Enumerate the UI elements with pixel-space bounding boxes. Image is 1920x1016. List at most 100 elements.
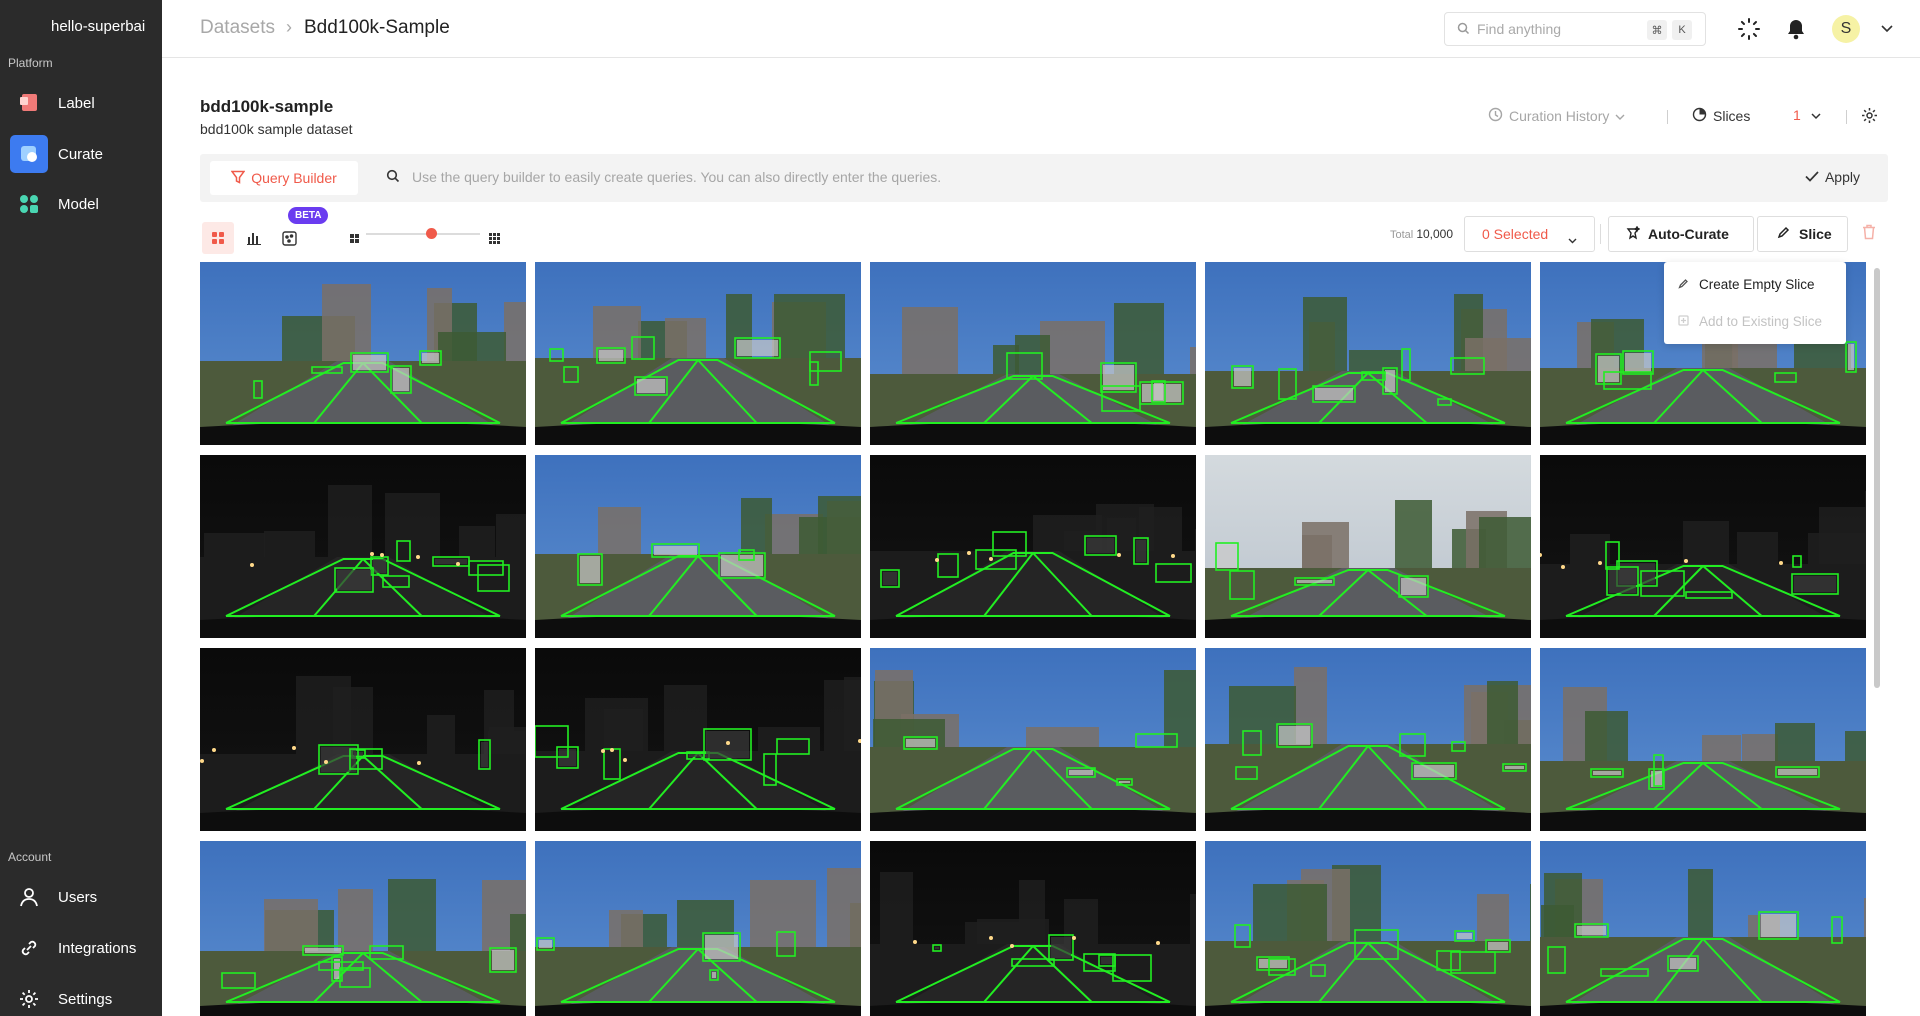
search-icon bbox=[386, 169, 400, 188]
scene-image bbox=[870, 841, 1196, 1016]
platform-section-label: Platform bbox=[8, 56, 53, 70]
history-icon bbox=[1488, 107, 1503, 125]
search-placeholder: Find anything bbox=[1477, 21, 1562, 37]
curation-history-label: Curation History bbox=[1509, 108, 1610, 124]
image-thumbnail[interactable] bbox=[1205, 841, 1531, 1016]
query-input[interactable]: Use the query builder to easily create q… bbox=[412, 169, 941, 185]
nav-item-users[interactable]: Users bbox=[0, 875, 162, 919]
image-thumbnail[interactable] bbox=[535, 841, 861, 1016]
image-thumbnail[interactable] bbox=[200, 455, 526, 638]
selected-count: 0 Selected bbox=[1482, 226, 1549, 242]
chevron-down-icon bbox=[1568, 231, 1577, 247]
create-empty-slice-item[interactable]: Create Empty Slice bbox=[1664, 266, 1846, 302]
slices-count-dropdown[interactable]: 1 bbox=[1793, 107, 1821, 123]
bell-icon[interactable] bbox=[1783, 16, 1809, 42]
image-thumbnail[interactable] bbox=[535, 455, 861, 638]
account-section-label: Account bbox=[8, 850, 52, 864]
page-title: Bdd100k-Sample bbox=[304, 17, 450, 38]
image-thumbnail[interactable] bbox=[1540, 841, 1866, 1016]
query-builder-label: Query Builder bbox=[251, 170, 337, 186]
scene-image bbox=[1540, 455, 1866, 638]
nav-item-curate[interactable]: Curate bbox=[0, 132, 162, 176]
breadcrumb-parent[interactable]: Datasets bbox=[200, 17, 275, 39]
nav-item-settings[interactable]: Settings bbox=[0, 977, 162, 1016]
slice-button[interactable]: Slice bbox=[1757, 216, 1848, 252]
label-icon bbox=[10, 84, 48, 122]
image-gallery bbox=[200, 262, 1870, 1016]
image-thumbnail[interactable] bbox=[200, 262, 526, 445]
zoom-slider-handle[interactable] bbox=[426, 228, 437, 239]
image-thumbnail[interactable] bbox=[200, 648, 526, 831]
image-thumbnail[interactable] bbox=[1205, 648, 1531, 831]
nav-item-integrations[interactable]: Integrations bbox=[0, 926, 162, 970]
auto-curate-label: Auto-Curate bbox=[1648, 226, 1729, 242]
loading-spinner-icon[interactable] bbox=[1736, 16, 1762, 42]
small-grid-icon[interactable] bbox=[338, 222, 370, 254]
trash-icon[interactable] bbox=[1862, 224, 1876, 245]
image-thumbnail[interactable] bbox=[1205, 455, 1531, 638]
scene-image bbox=[1205, 648, 1531, 831]
query-builder-button[interactable]: Query Builder bbox=[210, 161, 358, 195]
curate-icon bbox=[10, 135, 48, 173]
slices-button[interactable]: Slices bbox=[1692, 107, 1750, 125]
slices-count: 1 bbox=[1793, 107, 1801, 123]
image-thumbnail[interactable] bbox=[870, 262, 1196, 445]
plus-square-icon bbox=[1678, 314, 1689, 329]
check-icon bbox=[1805, 169, 1819, 185]
dataset-settings-gear-icon[interactable] bbox=[1861, 107, 1878, 124]
image-thumbnail[interactable] bbox=[870, 455, 1196, 638]
image-thumbnail[interactable] bbox=[1205, 262, 1531, 445]
scene-image bbox=[535, 648, 861, 831]
nav-label: Settings bbox=[58, 990, 113, 1008]
image-thumbnail[interactable] bbox=[870, 841, 1196, 1016]
image-thumbnail[interactable] bbox=[200, 841, 526, 1016]
scene-image bbox=[535, 841, 861, 1016]
large-grid-icon[interactable] bbox=[478, 222, 510, 254]
add-to-existing-slice-item: Add to Existing Slice bbox=[1664, 303, 1846, 339]
nav-label: Users bbox=[58, 888, 98, 906]
org-name[interactable]: hello-superbai bbox=[51, 18, 145, 35]
filter-icon bbox=[230, 170, 246, 187]
auto-curate-button[interactable]: Auto-Curate bbox=[1608, 216, 1754, 252]
avatar[interactable]: S bbox=[1832, 15, 1860, 43]
pencil-icon bbox=[1777, 226, 1790, 242]
chevron-down-icon bbox=[1811, 107, 1821, 123]
scene-image bbox=[535, 262, 861, 445]
nav-item-model[interactable]: Model bbox=[0, 182, 162, 226]
slices-label: Slices bbox=[1713, 108, 1751, 124]
curation-history-button[interactable]: Curation History bbox=[1488, 107, 1625, 125]
analytics-view-icon[interactable] bbox=[238, 222, 270, 254]
scene-image bbox=[200, 648, 526, 831]
grid-view-icon[interactable] bbox=[202, 222, 234, 254]
image-thumbnail[interactable] bbox=[535, 648, 861, 831]
embedding-view-icon[interactable] bbox=[273, 222, 305, 254]
divider bbox=[1600, 224, 1601, 244]
nav-label: Integrations bbox=[58, 939, 137, 957]
slices-icon bbox=[1692, 107, 1707, 125]
image-thumbnail[interactable] bbox=[1540, 455, 1866, 638]
nav-item-label[interactable]: Label bbox=[0, 81, 162, 125]
query-bar: Query Builder Use the query builder to e… bbox=[200, 154, 1888, 202]
global-search[interactable]: Find anything ⌘ K bbox=[1444, 12, 1706, 46]
gallery-scrollbar[interactable] bbox=[1874, 268, 1880, 688]
chevron-down-icon[interactable] bbox=[1874, 16, 1900, 42]
scene-image bbox=[1205, 455, 1531, 638]
auto-curate-icon bbox=[1626, 225, 1641, 243]
slice-label: Slice bbox=[1799, 226, 1832, 242]
selected-dropdown[interactable]: 0 Selected bbox=[1464, 216, 1595, 252]
image-thumbnail[interactable] bbox=[870, 648, 1196, 831]
nav-label: Curate bbox=[58, 145, 104, 163]
total-value: 10,000 bbox=[1416, 227, 1454, 241]
menu-item-label: Add to Existing Slice bbox=[1699, 313, 1823, 329]
scene-image bbox=[200, 455, 526, 638]
image-thumbnail[interactable] bbox=[535, 262, 861, 445]
dataset-name: bdd100k-sample bbox=[200, 97, 334, 116]
link-icon bbox=[10, 929, 48, 967]
nav-label: Label bbox=[58, 94, 95, 112]
image-thumbnail[interactable] bbox=[1540, 648, 1866, 831]
apply-button[interactable]: Apply bbox=[1805, 169, 1860, 185]
dataset-description: bdd100k sample dataset bbox=[200, 121, 353, 137]
zoom-slider-track[interactable] bbox=[366, 233, 480, 235]
slice-menu: Create Empty Slice Add to Existing Slice bbox=[1664, 262, 1846, 344]
model-icon bbox=[10, 185, 48, 223]
